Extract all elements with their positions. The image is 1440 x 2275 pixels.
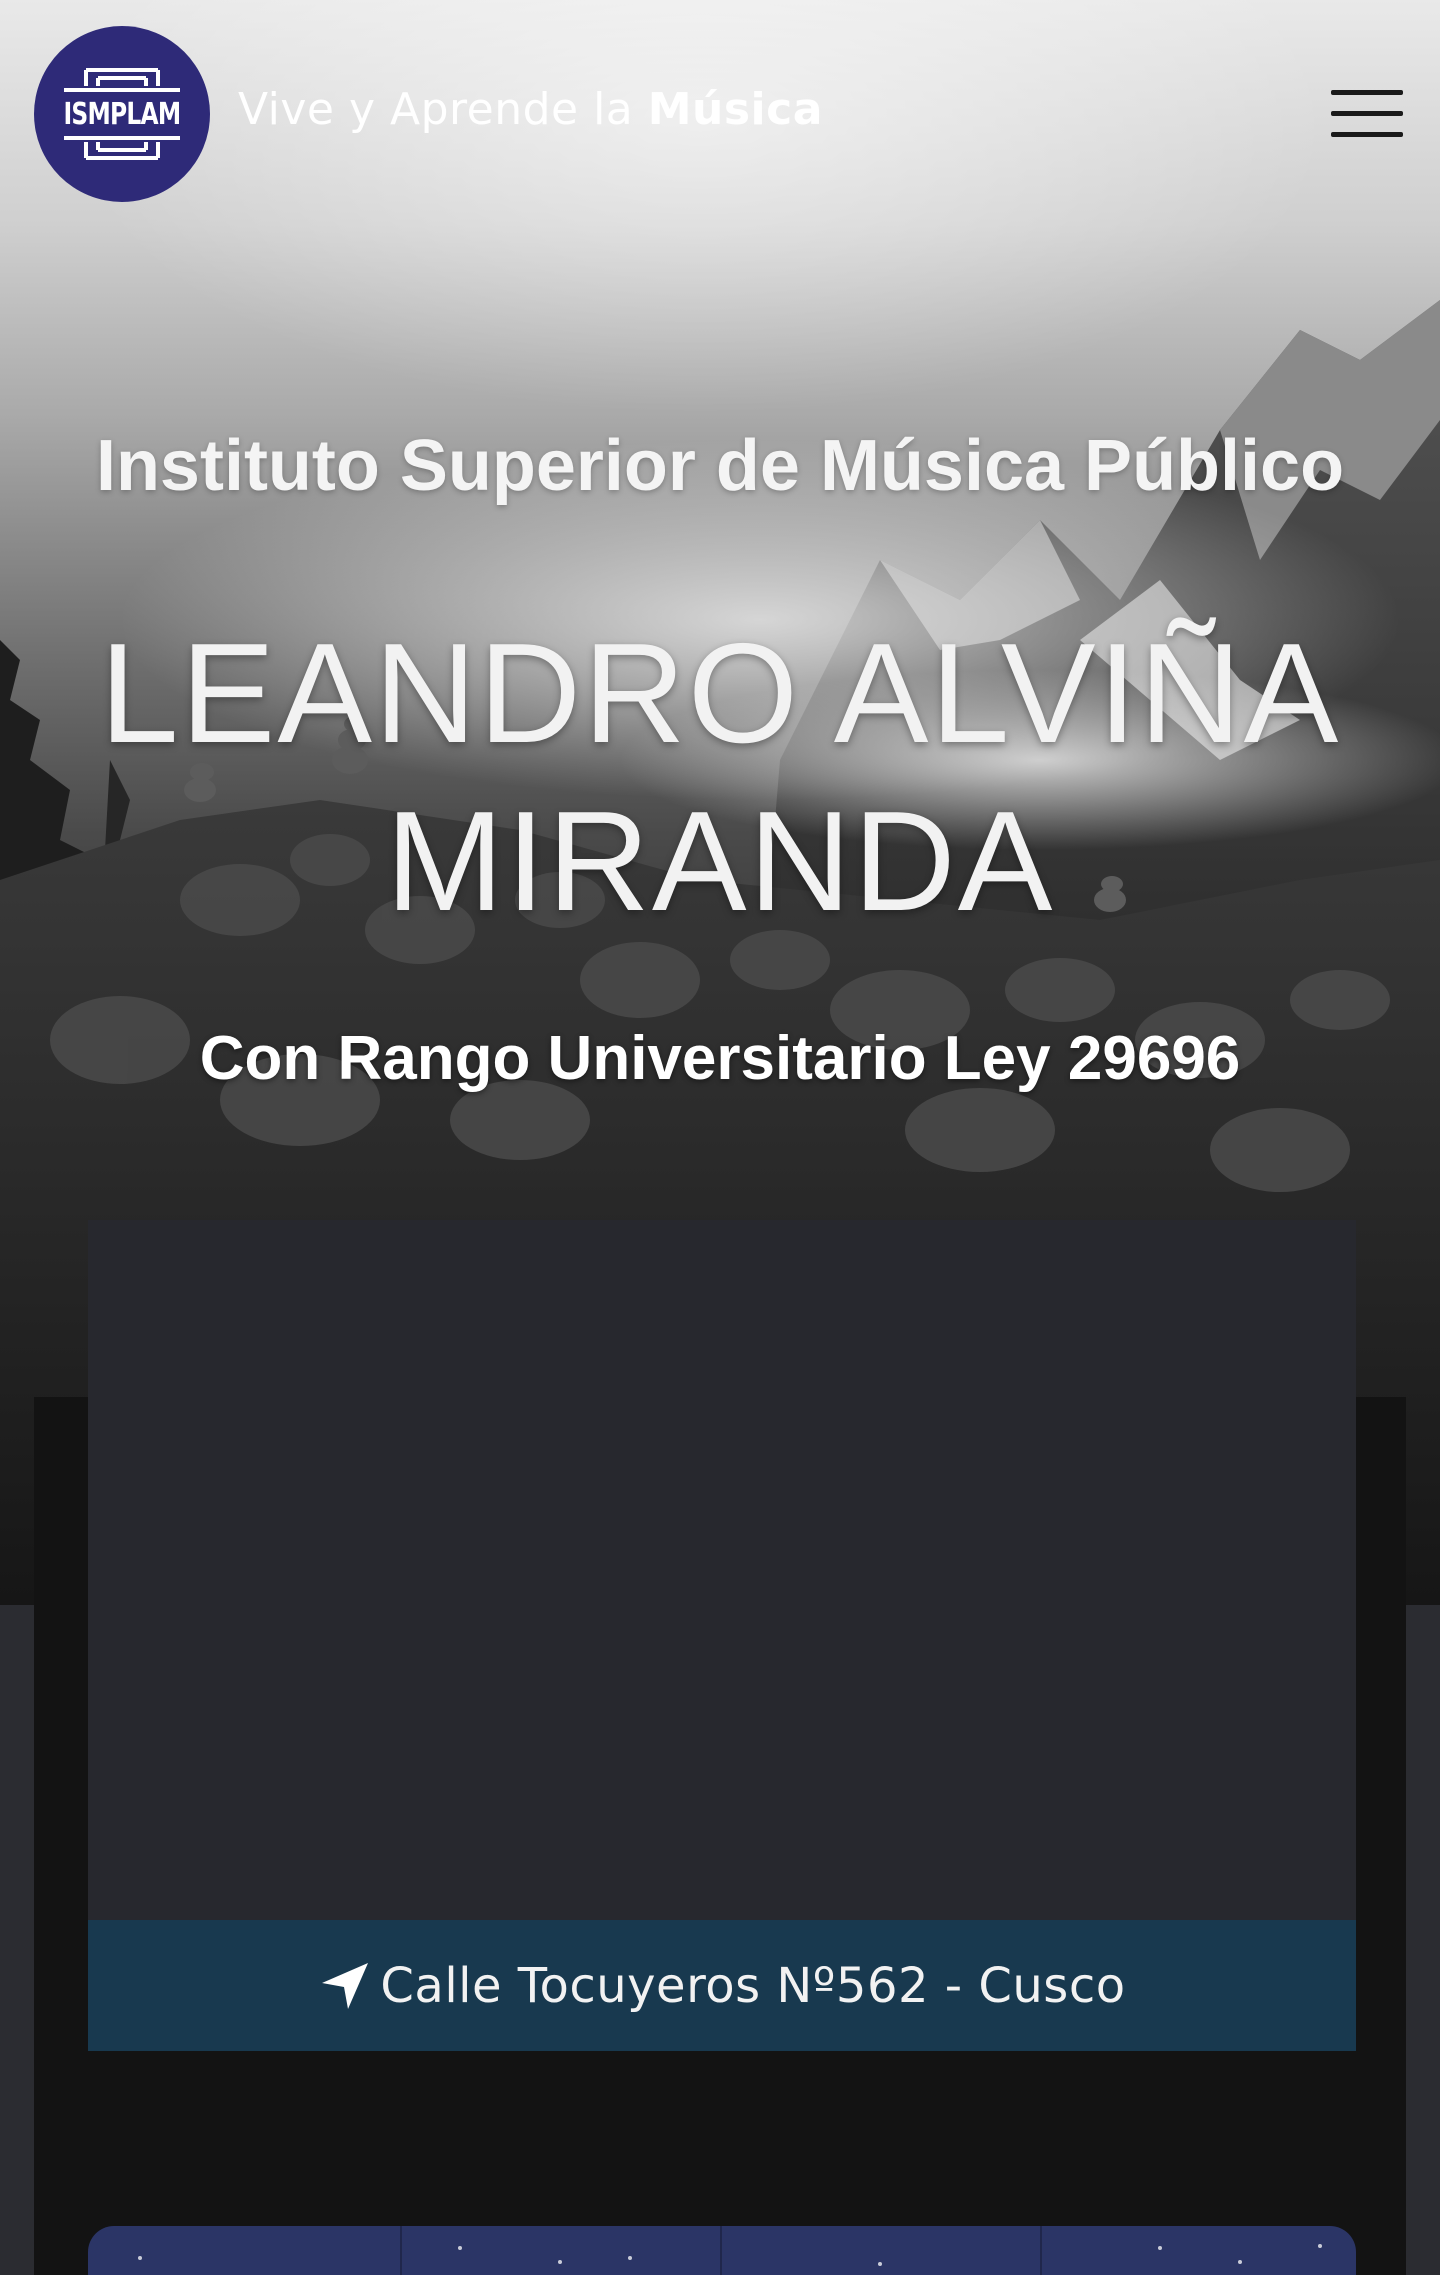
card-divider (1040, 2226, 1042, 2275)
menu-line (1331, 90, 1403, 95)
star-dot (558, 2260, 562, 2264)
location-arrow-icon (322, 1962, 369, 2009)
menu-line (1331, 111, 1403, 116)
address-text: Calle Tocuyeros Nº562 - Cusco (380, 1957, 1126, 2014)
map-embed[interactable] (88, 1220, 1356, 1920)
hamburger-menu-icon[interactable] (1326, 86, 1408, 142)
menu-line (1331, 132, 1403, 137)
star-dot (1158, 2246, 1162, 2250)
star-dot (138, 2256, 142, 2260)
institute-name-heading: LEANDRO ALVIÑA MIRANDA (0, 610, 1440, 946)
university-rank-subtitle: Con Rango Universitario Ley 29696 (199, 1024, 1241, 1093)
institute-title: Instituto Superior de Música Público (95, 426, 1345, 506)
logo-text: ISMPLAM (63, 96, 182, 132)
star-dot (878, 2262, 882, 2266)
name-line-2: MIRANDA (385, 782, 1055, 941)
tagline-regular: Vive y Aprende la (238, 84, 648, 135)
card-divider (400, 2226, 402, 2275)
site-tagline: Vive y Aprende la Música (238, 84, 823, 135)
star-dot (1238, 2260, 1242, 2264)
next-section-card (88, 2226, 1356, 2275)
site-header: ISMPLAM Vive y Aprende la Música (0, 0, 1440, 230)
address-bar[interactable]: Calle Tocuyeros Nº562 - Cusco (88, 1920, 1356, 2051)
ismplam-logo[interactable]: ISMPLAM (34, 26, 210, 202)
name-line-1: LEANDRO ALVIÑA (99, 614, 1341, 773)
star-dot (458, 2246, 462, 2250)
tagline-bold: Música (647, 84, 823, 135)
star-dot (628, 2256, 632, 2260)
star-dot (1318, 2244, 1322, 2248)
card-divider (720, 2226, 722, 2275)
